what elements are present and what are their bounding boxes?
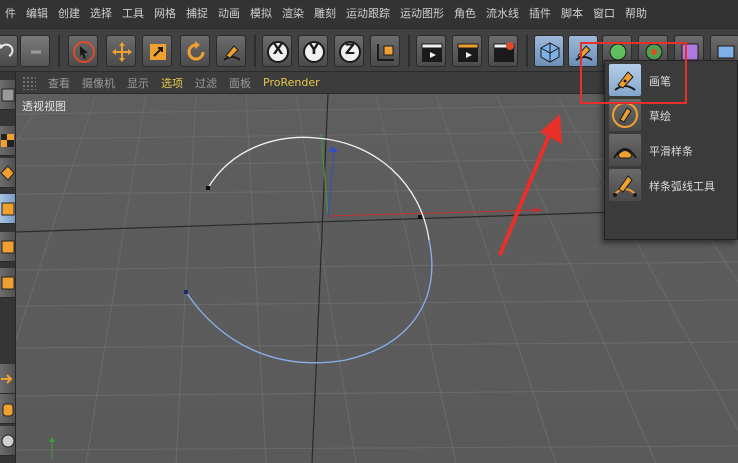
model-icon (1, 88, 15, 102)
menu-script[interactable]: 脚本 (556, 0, 588, 28)
menu-select[interactable]: 选择 (85, 0, 117, 28)
toolbar-separator (254, 35, 256, 67)
undo-button[interactable] (0, 35, 18, 67)
annotation-arrow (498, 114, 562, 256)
texture-grid-icon (0, 165, 15, 181)
smooth-spline-icon-frame (609, 134, 641, 166)
spline-arc-icon (613, 175, 637, 197)
move-button[interactable] (106, 35, 136, 67)
menu-help[interactable]: 帮助 (620, 0, 652, 28)
viewport-menu-view[interactable]: 查看 (42, 75, 76, 91)
cube-primitive-button[interactable] (534, 35, 564, 67)
viewport-menu-camera[interactable]: 摄像机 (76, 75, 121, 91)
menu-render[interactable]: 渲染 (277, 0, 309, 28)
palette-model-button[interactable] (0, 80, 15, 110)
redo-icon (31, 50, 41, 54)
palette-snap-button[interactable] (0, 426, 15, 456)
snap-icon (1, 434, 15, 448)
tweak-icon (2, 403, 14, 417)
toolbar-separator (526, 35, 528, 67)
rotate-button[interactable] (180, 35, 210, 67)
menu-create[interactable]: 创建 (53, 0, 85, 28)
scale-button[interactable] (142, 35, 172, 67)
spline-point[interactable] (184, 290, 188, 294)
palette-polygons-button[interactable] (0, 268, 15, 298)
z-axis-label: Z (344, 42, 356, 58)
move-arrows-icon (112, 42, 132, 62)
clapper-gear-icon (493, 42, 515, 62)
coordinate-system-icon (377, 44, 394, 61)
toolbar-separator (58, 35, 60, 67)
cube-icon (540, 42, 560, 63)
menu-mograph[interactable]: 运动图形 (395, 0, 449, 28)
palette-axis-button[interactable] (0, 364, 15, 394)
palette-checker-button[interactable] (0, 126, 15, 156)
menu-edit[interactable]: 编辑 (21, 0, 53, 28)
y-axis-label: Y (308, 42, 320, 58)
popup-item-label: 样条弧线工具 (649, 180, 715, 193)
pen-icon (223, 45, 241, 61)
spline-arc-icon-frame (609, 169, 641, 201)
undo-icon (0, 43, 14, 57)
menu-mesh[interactable]: 网格 (149, 0, 181, 28)
popup-item-label: 草绘 (649, 110, 671, 123)
popup-item-spline-arc-tool[interactable]: 样条弧线工具 (607, 168, 737, 202)
viewport-title: 透视视图 (22, 100, 66, 113)
menu-snap[interactable]: 捕捉 (181, 0, 213, 28)
grip-icon[interactable] (22, 75, 36, 90)
points-icon (1, 202, 15, 216)
menu-bar: 件 编辑 创建 选择 工具 网格 捕捉 动画 模拟 渲染 雕刻 运动跟踪 运动图… (0, 0, 738, 28)
menu-window[interactable]: 窗口 (588, 0, 620, 28)
render-picture-viewer-button[interactable] (452, 35, 482, 67)
menu-animate[interactable]: 动画 (213, 0, 245, 28)
render-settings-button[interactable] (488, 35, 518, 67)
menu-plugins[interactable]: 插件 (524, 0, 556, 28)
viewport-menu-filter[interactable]: 过滤 (189, 75, 223, 91)
cursor-select-icon (73, 41, 95, 63)
palette-tweak-button[interactable] (0, 394, 15, 424)
smooth-spline-icon (613, 148, 637, 159)
menu-motion-tracking[interactable]: 运动跟踪 (341, 0, 395, 28)
x-axis-label: X (272, 42, 284, 58)
z-axis-lock-button[interactable]: Z (334, 35, 364, 67)
popup-item-label: 平滑样条 (649, 145, 693, 158)
clapper-icon (421, 43, 443, 62)
y-axis-lock-button[interactable]: Y (298, 35, 328, 67)
viewport-menu-display[interactable]: 显示 (121, 75, 155, 91)
rotate-icon (187, 41, 205, 61)
menu-simulate[interactable]: 模拟 (245, 0, 277, 28)
viewport-menu-panel[interactable]: 面板 (223, 75, 257, 91)
x-axis-lock-button[interactable]: X (262, 35, 292, 67)
edges-icon (1, 240, 15, 254)
spline-point[interactable] (206, 186, 210, 190)
left-palette (0, 72, 16, 463)
spline-point[interactable] (418, 215, 422, 219)
menu-tools[interactable]: 工具 (117, 0, 149, 28)
popup-item-smooth-spline[interactable]: 平滑样条 (607, 133, 737, 167)
redo-button[interactable] (20, 35, 50, 67)
toolbar-separator (408, 35, 410, 67)
live-select-button[interactable] (68, 35, 98, 67)
menu-character[interactable]: 角色 (449, 0, 481, 28)
arrow-right-icon (1, 374, 13, 384)
render-view-button[interactable] (416, 35, 446, 67)
palette-texture-button[interactable] (0, 158, 15, 188)
scale-icon (150, 44, 166, 60)
menu-file[interactable]: 件 (0, 0, 21, 28)
menu-sculpt[interactable]: 雕刻 (309, 0, 341, 28)
sketch-icon (612, 102, 638, 128)
checker-icon (1, 134, 14, 147)
pen-tool-toolbar-button[interactable] (216, 35, 246, 67)
clapper-icon (457, 43, 479, 62)
palette-edges-button[interactable] (0, 232, 15, 262)
viewport-menu-options[interactable]: 选项 (155, 75, 189, 91)
polygons-icon (1, 276, 15, 290)
coordinate-system-button[interactable] (370, 35, 400, 67)
highlight-box (580, 42, 687, 104)
palette-points-button[interactable] (0, 194, 15, 224)
menu-pipeline[interactable]: 流水线 (481, 0, 524, 28)
viewport-menu-prorender[interactable]: ProRender (257, 76, 326, 89)
